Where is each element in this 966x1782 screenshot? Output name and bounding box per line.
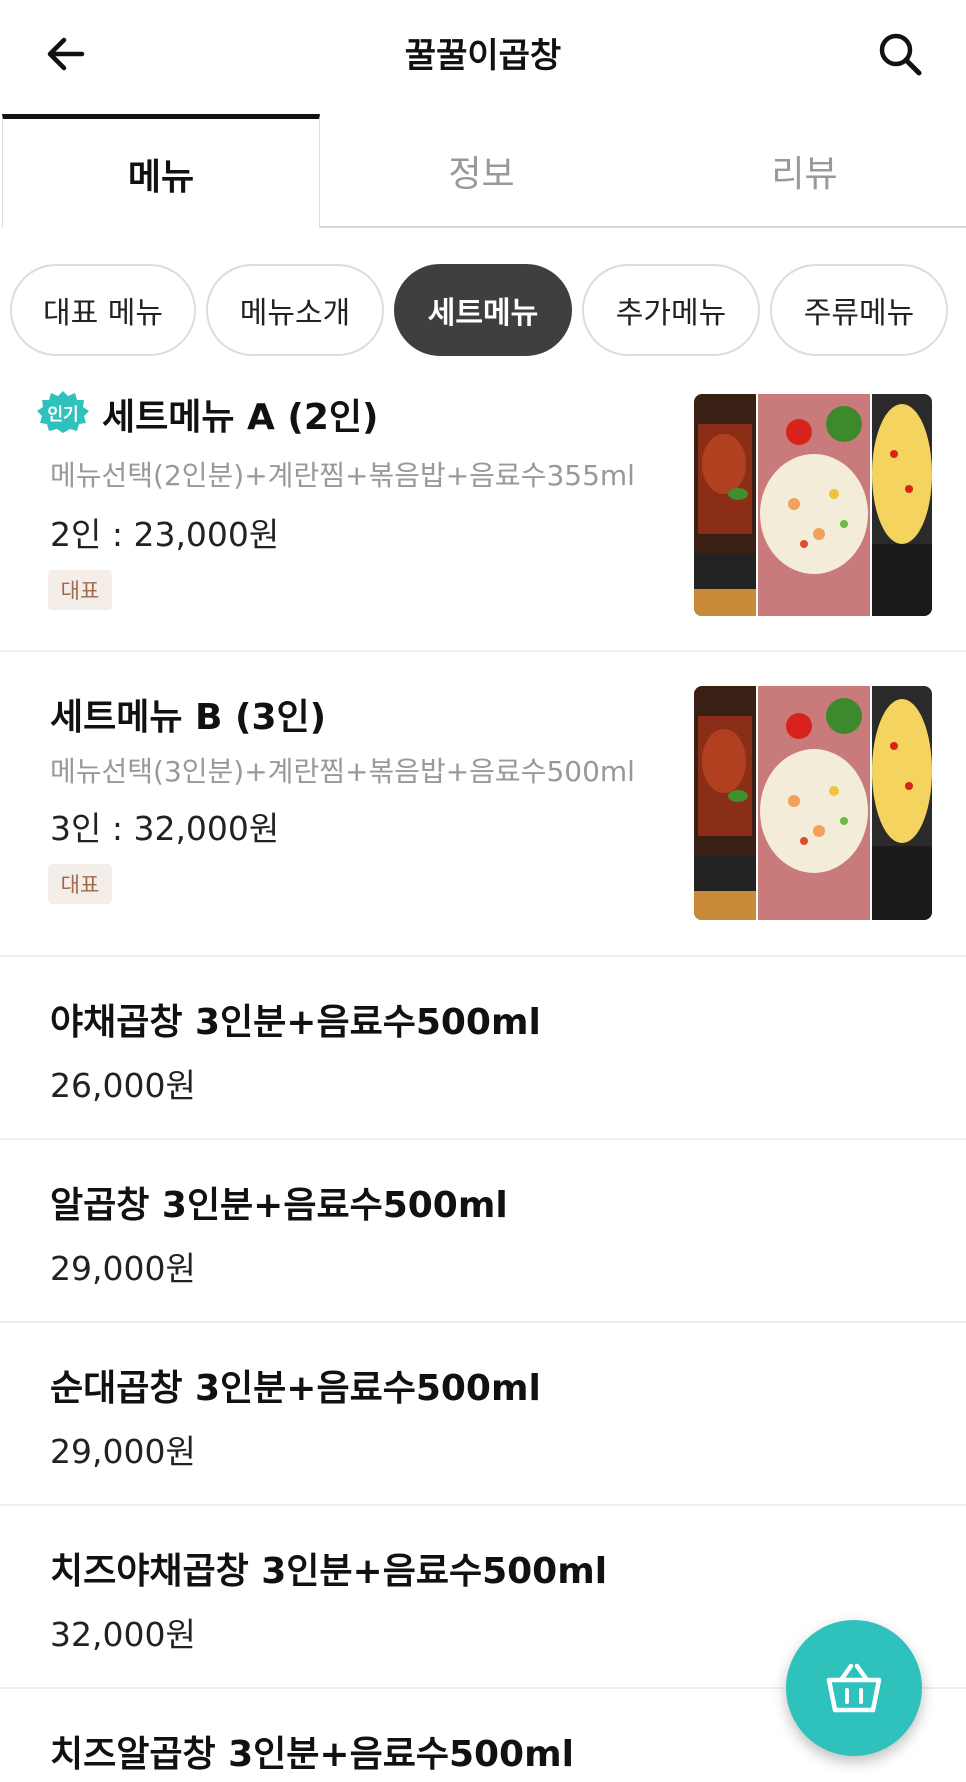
menu-item-desc: 메뉴선택(2인분)+계란찜+볶음밥+음료수355ml	[50, 459, 635, 492]
food-photo-icon	[694, 686, 932, 920]
chip-menu-intro[interactable]: 메뉴소개	[206, 264, 384, 356]
menu-item-image	[694, 394, 932, 616]
chip-signature-menu[interactable]: 대표 메뉴	[10, 264, 196, 356]
food-photo-icon	[694, 394, 932, 616]
menu-item[interactable]: 야채곱창 3인분+음료수500ml 26,000원	[0, 957, 966, 1140]
menu-item-name: 치즈알곱창 3인분+음료수500ml	[50, 1734, 574, 1775]
tab-info[interactable]: 정보	[320, 114, 643, 228]
search-icon	[879, 33, 922, 76]
tab-reviews[interactable]: 리뷰	[643, 114, 966, 228]
menu-item[interactable]: 세트메뉴 B (3인) 메뉴선택(3인분)+계란찜+볶음밥+음료수500ml 3…	[0, 652, 966, 957]
menu-item-price: 26,000원	[50, 1066, 196, 1105]
menu-item-desc: 메뉴선택(3인분)+계란찜+볶음밥+음료수500ml	[50, 755, 635, 788]
menu-item-image	[694, 686, 932, 920]
chip-drinks-menu[interactable]: 주류메뉴	[770, 264, 948, 356]
basket-icon	[826, 1663, 882, 1713]
category-chips: 대표 메뉴 메뉴소개 세트메뉴 추가메뉴 주류메뉴	[0, 264, 966, 360]
menu-item-price: 32,000원	[50, 1615, 196, 1654]
popular-badge: 인기	[36, 390, 90, 434]
menu-item-price: 3인 : 32,000원	[50, 809, 280, 848]
menu-item-price: 29,000원	[50, 1249, 196, 1288]
search-button[interactable]	[868, 22, 932, 86]
menu-item-tag: 대표	[48, 864, 112, 904]
tab-divider	[320, 226, 966, 228]
menu-item-tag: 대표	[48, 570, 112, 610]
menu-item[interactable]: 알곱창 3인분+음료수500ml 29,000원	[0, 1140, 966, 1323]
menu-item[interactable]: 순대곱창 3인분+음료수500ml 29,000원	[0, 1323, 966, 1506]
cart-button[interactable]	[786, 1620, 922, 1756]
menu-item-price: 2인 : 23,000원	[50, 515, 280, 554]
chip-set-menu[interactable]: 세트메뉴	[394, 264, 572, 356]
chip-extra-menu[interactable]: 추가메뉴	[582, 264, 760, 356]
tab-bar: 메뉴 정보 리뷰	[0, 114, 966, 230]
menu-item-name: 세트메뉴 A (2인)	[102, 397, 379, 438]
tab-menu[interactable]: 메뉴	[2, 114, 320, 228]
menu-item-name: 야채곱창 3인분+음료수500ml	[50, 1002, 541, 1043]
menu-item-name: 세트메뉴 B (3인)	[50, 697, 327, 738]
menu-item-name: 알곱창 3인분+음료수500ml	[50, 1185, 508, 1226]
popular-badge-label: 인기	[47, 404, 79, 425]
menu-item-name: 순대곱창 3인분+음료수500ml	[50, 1368, 541, 1409]
menu-item[interactable]: 인기 세트메뉴 A (2인) 메뉴선택(2인분)+계란찜+볶음밥+음료수355m…	[0, 372, 966, 652]
page-title: 꿀꿀이곱창	[404, 36, 562, 76]
menu-item-name: 치즈야채곱창 3인분+음료수500ml	[50, 1551, 608, 1592]
menu-item-price: 29,000원	[50, 1432, 196, 1471]
top-bar: 꿀꿀이곱창	[0, 0, 966, 110]
